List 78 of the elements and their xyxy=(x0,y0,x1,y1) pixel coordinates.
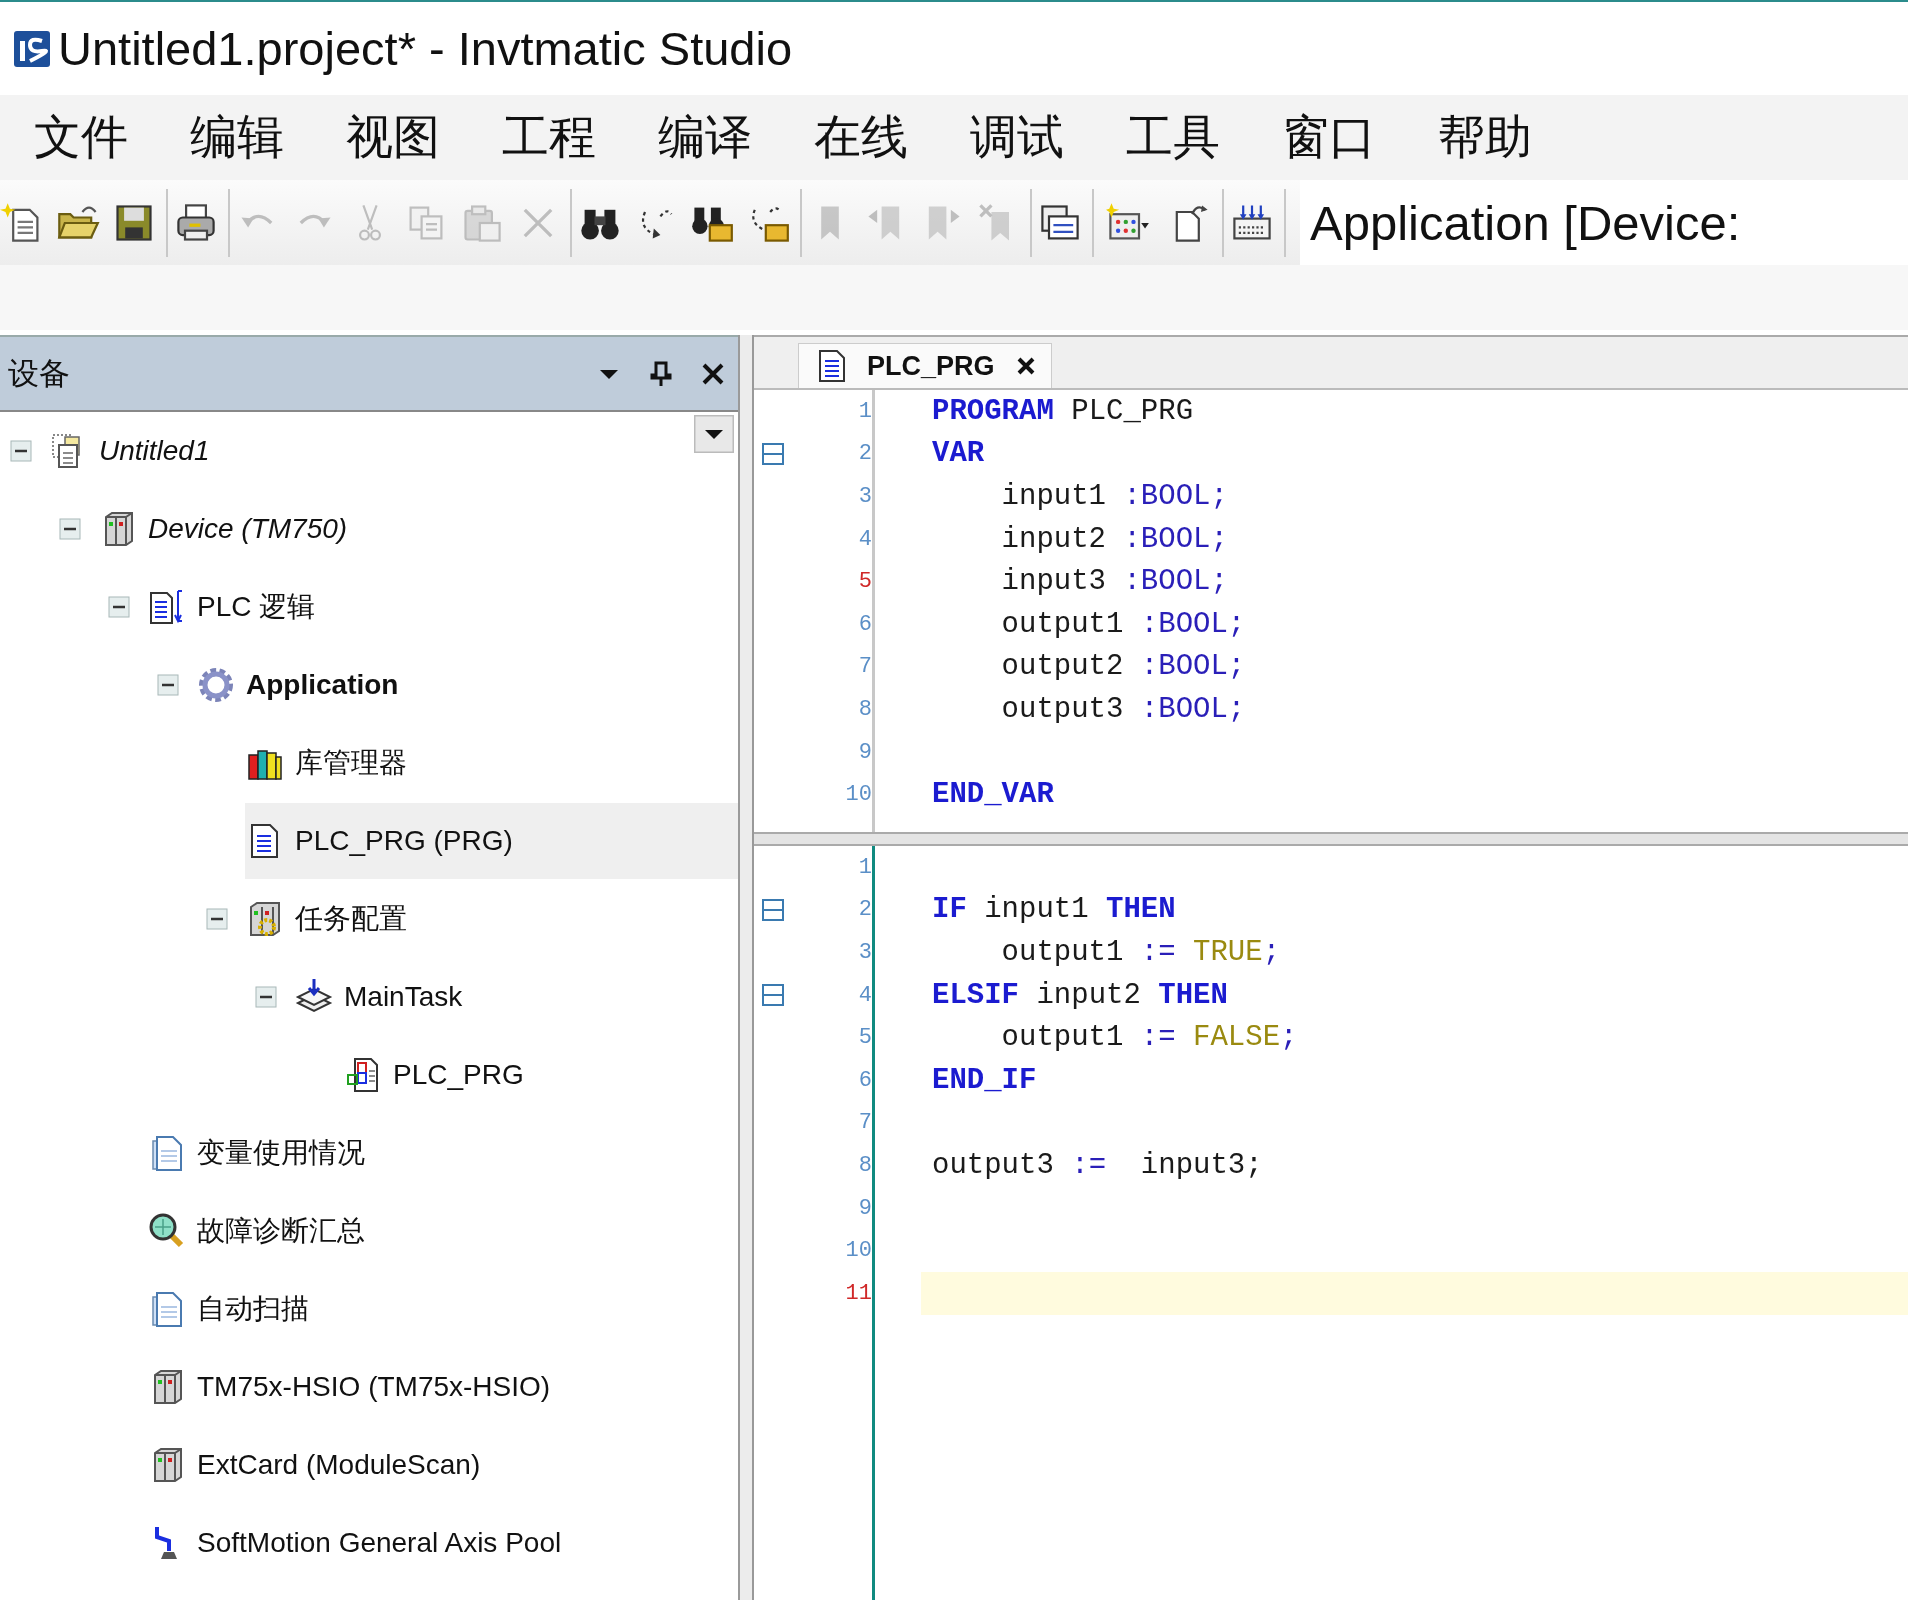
menu-item[interactable]: 工程 xyxy=(502,106,596,169)
line-number: 2 xyxy=(857,897,872,923)
menu-item[interactable]: 窗口 xyxy=(1282,106,1376,169)
tree-item[interactable]: Application xyxy=(196,647,738,723)
collapse-icon[interactable] xyxy=(762,898,784,921)
code-line: output3 := input3; xyxy=(932,1148,1263,1182)
menu-item[interactable]: 工具 xyxy=(1126,106,1220,169)
tree-item[interactable]: 故障诊断汇总 xyxy=(147,1193,738,1269)
line-number: 9 xyxy=(857,1195,872,1221)
tree-item[interactable]: ExtCard (ModuleScan) xyxy=(147,1427,738,1503)
line-number: 4 xyxy=(857,526,872,552)
code-line: PROGRAM PLC_PRG xyxy=(932,394,1194,428)
tree-item[interactable]: 自动扫描 xyxy=(147,1271,738,1347)
collapse-icon[interactable] xyxy=(108,596,130,618)
tree-item[interactable]: Untitled1 xyxy=(49,413,738,489)
collapse-icon[interactable] xyxy=(59,518,81,540)
menu-item[interactable]: 编辑 xyxy=(190,106,284,169)
code-line: VAR xyxy=(932,437,985,471)
line-number: 7 xyxy=(857,654,872,680)
line-number: 5 xyxy=(857,569,872,595)
collapse-icon[interactable] xyxy=(206,908,228,930)
code-line: END_IF xyxy=(932,1063,1037,1097)
code-line: input1 :BOOL; xyxy=(1000,480,1228,513)
code-line: input2 :BOOL; xyxy=(1000,522,1228,556)
code-line: IF input1 THEN xyxy=(932,893,1176,927)
app-logo-icon xyxy=(12,28,52,69)
tree-item[interactable]: PLC_PRG xyxy=(343,1037,738,1113)
dropdown-button[interactable] xyxy=(694,415,734,453)
line-number: 10 xyxy=(844,1238,872,1264)
collapse-icon[interactable] xyxy=(762,442,784,465)
gear-icon xyxy=(196,665,236,705)
collapse-icon[interactable] xyxy=(10,440,32,462)
line-number: 11 xyxy=(844,1280,872,1306)
line-number: 6 xyxy=(857,1067,872,1093)
window-title: Untitled1.project* - Invtmatic Studio xyxy=(58,21,793,76)
line-number: 8 xyxy=(857,1152,872,1178)
panel-title: 设备 xyxy=(8,354,71,393)
code-line: ELSIF input2 THEN xyxy=(932,978,1228,1012)
tree-item[interactable]: SoftMotion General Axis Pool xyxy=(147,1505,738,1581)
collapse-icon[interactable] xyxy=(762,984,784,1007)
line-number: 8 xyxy=(857,696,872,722)
code-line: output1 := FALSE; xyxy=(1000,1021,1298,1055)
menu-item[interactable]: 调试 xyxy=(970,106,1064,169)
menu-item[interactable]: 编译 xyxy=(658,106,752,169)
code-line: END_VAR xyxy=(932,778,1054,812)
tree-item[interactable]: 任务配置 xyxy=(245,881,738,957)
line-number: 7 xyxy=(857,1110,872,1136)
code-line: input3 :BOOL; xyxy=(1000,565,1228,599)
tree-item[interactable]: PLC_PRG (PRG) xyxy=(245,803,738,879)
line-number: 3 xyxy=(857,484,872,509)
tree-item[interactable]: 变量使用情况 xyxy=(147,1115,738,1191)
context-label: Application [Device: xyxy=(1300,180,1908,265)
line-number: 4 xyxy=(857,982,872,1008)
line-number: 3 xyxy=(857,940,872,965)
menu-item[interactable]: 文件 xyxy=(34,106,128,169)
tree-item[interactable]: TM75x-HSIO (TM75x-HSIO) xyxy=(147,1349,738,1425)
tree-item[interactable]: MainTask xyxy=(294,959,738,1035)
editor-tab[interactable]: PLC_PRG xyxy=(798,343,1052,388)
code-line: output2 :BOOL; xyxy=(1000,650,1246,684)
document-icon xyxy=(817,349,847,383)
line-number: 10 xyxy=(844,782,872,808)
line-number: 2 xyxy=(857,441,872,467)
menu-item[interactable]: 帮助 xyxy=(1438,106,1532,169)
collapse-icon[interactable] xyxy=(255,986,277,1008)
line-number: 1 xyxy=(857,398,872,424)
line-number: 9 xyxy=(857,739,872,765)
line-number: 1 xyxy=(857,854,872,880)
tree-item[interactable]: Device (TM750) xyxy=(98,491,738,567)
collapse-icon[interactable] xyxy=(157,674,179,696)
tree-item[interactable]: PLC 逻辑 xyxy=(147,569,738,645)
tree-item[interactable]: 库管理器 xyxy=(245,725,738,801)
line-number: 6 xyxy=(857,611,872,637)
menu-item[interactable]: 视图 xyxy=(346,106,440,169)
menu-item[interactable]: 在线 xyxy=(814,106,908,169)
code-line: output1 :BOOL; xyxy=(1000,607,1246,641)
line-number: 5 xyxy=(857,1025,872,1051)
code-line: output3 :BOOL; xyxy=(1000,692,1246,726)
code-line: output1 := TRUE; xyxy=(1000,936,1281,969)
